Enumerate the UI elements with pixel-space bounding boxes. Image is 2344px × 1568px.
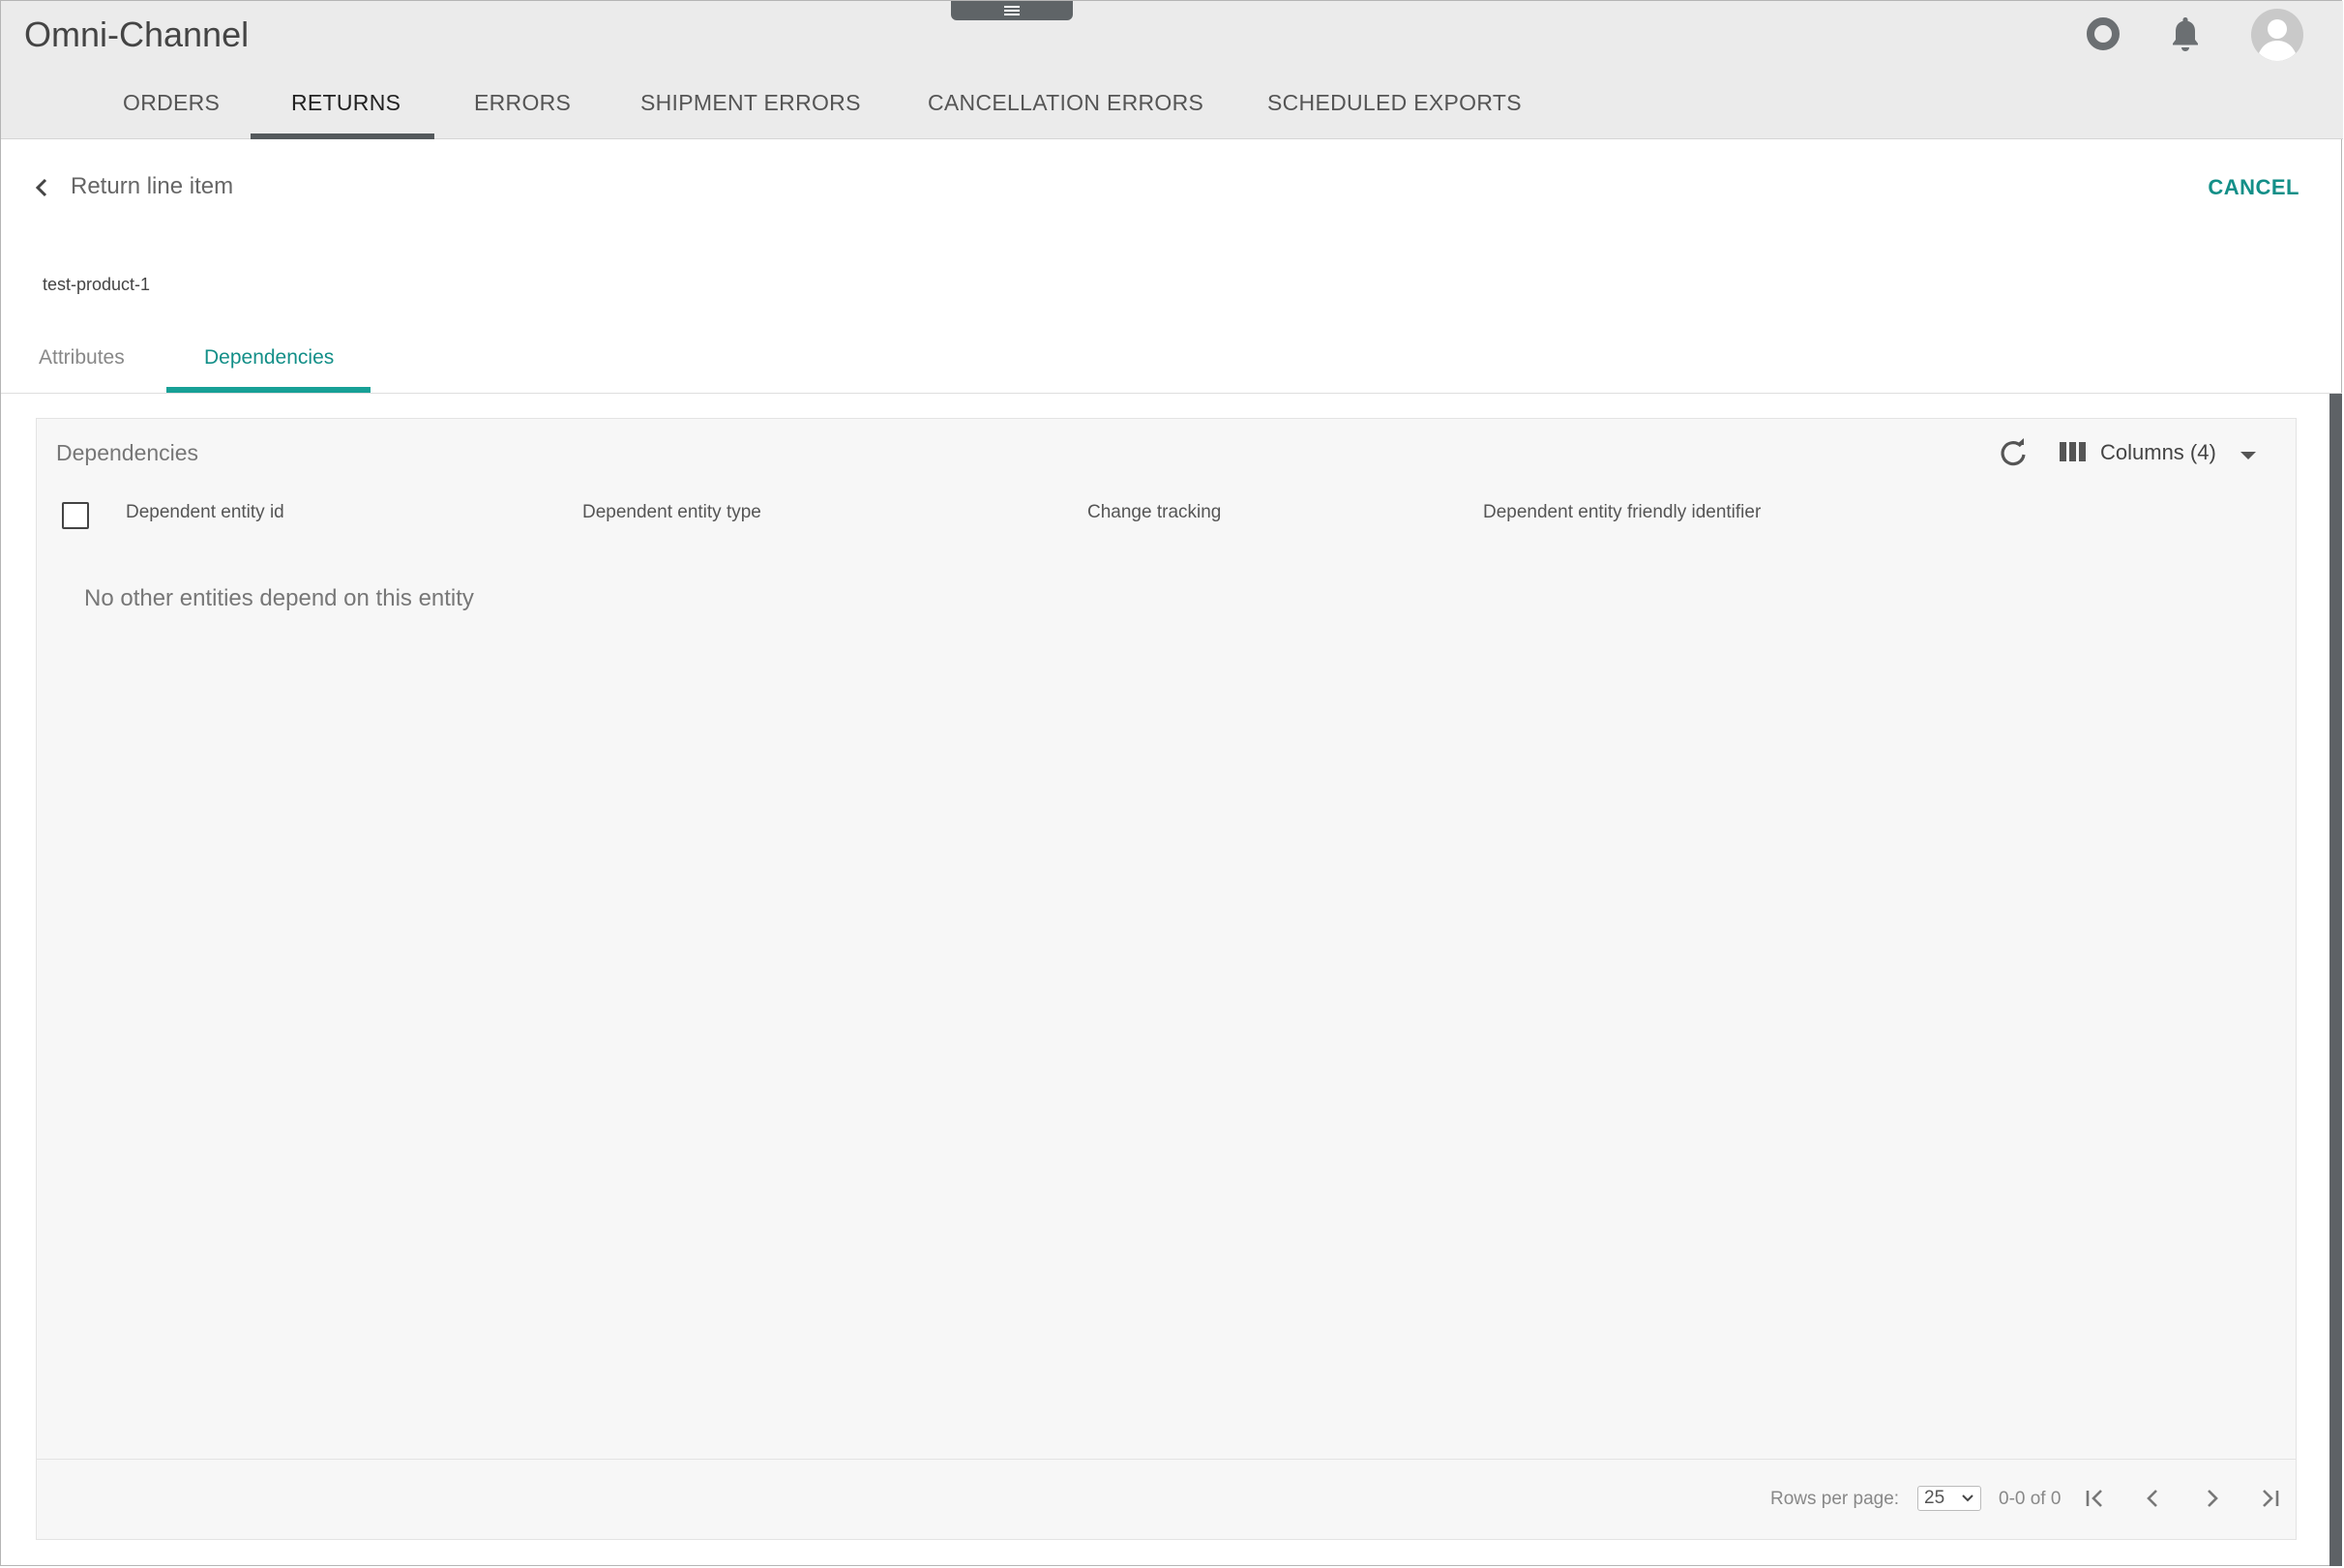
menu-handle-button[interactable] — [951, 1, 1073, 20]
tab-shipment-errors[interactable]: SHIPMENT ERRORS — [640, 90, 861, 116]
refresh-icon[interactable] — [1997, 436, 2030, 469]
select-all-checkbox[interactable] — [62, 502, 89, 529]
user-avatar-icon[interactable] — [2250, 8, 2304, 62]
last-page-icon[interactable] — [2256, 1485, 2283, 1512]
rows-per-page-value: 25 — [1924, 1488, 1945, 1508]
column-header-dependent-entity-type[interactable]: Dependent entity type — [582, 502, 761, 523]
app-title: Omni-Channel — [24, 15, 250, 54]
tab-returns[interactable]: RETURNS — [291, 90, 401, 116]
back-arrow-icon[interactable] — [31, 172, 52, 203]
empty-state-message: No other entities depend on this entity — [84, 585, 474, 611]
subtab-dependencies[interactable]: Dependencies — [204, 346, 334, 370]
entity-identifier: test-product-1 — [43, 275, 151, 294]
columns-icon[interactable] — [2059, 440, 2088, 463]
chevron-down-icon[interactable] — [2240, 452, 2256, 459]
page-title: Return line item — [71, 173, 234, 199]
column-header-change-tracking[interactable]: Change tracking — [1087, 502, 1221, 523]
dependencies-panel: Dependencies Columns (4) Dependent entit… — [36, 418, 2297, 1540]
previous-page-icon[interactable] — [2140, 1485, 2167, 1512]
app-header: Omni-Channel ORDERS RETURNS ERRORS SHIPM… — [1, 1, 2343, 139]
chevron-down-icon — [1962, 1494, 1973, 1502]
rows-per-page-label: Rows per page: — [1770, 1489, 1900, 1509]
cancel-button[interactable]: CANCEL — [2208, 175, 2299, 200]
tab-cancellation-errors[interactable]: CANCELLATION ERRORS — [928, 90, 1203, 116]
active-tab-indicator — [251, 133, 434, 139]
divider — [1, 393, 2342, 394]
bell-icon[interactable] — [2168, 15, 2203, 53]
scrollbar[interactable] — [2329, 394, 2342, 1566]
columns-selector-button[interactable]: Columns (4) — [2100, 440, 2216, 465]
panel-title: Dependencies — [56, 440, 199, 465]
column-header-friendly-identifier[interactable]: Dependent entity friendly identifier — [1483, 502, 1761, 523]
tab-errors[interactable]: ERRORS — [474, 90, 571, 116]
divider — [37, 1459, 2296, 1460]
rows-per-page-select[interactable]: 25 — [1917, 1486, 1981, 1511]
tab-orders[interactable]: ORDERS — [123, 90, 220, 116]
pagination-range: 0-0 of 0 — [1999, 1489, 2062, 1509]
help-ring-icon[interactable] — [2086, 16, 2121, 51]
next-page-icon[interactable] — [2198, 1485, 2225, 1512]
column-header-dependent-entity-id[interactable]: Dependent entity id — [126, 502, 284, 523]
subtab-attributes[interactable]: Attributes — [39, 346, 125, 370]
tab-scheduled-exports[interactable]: SCHEDULED EXPORTS — [1267, 90, 1522, 116]
first-page-icon[interactable] — [2082, 1485, 2109, 1512]
hamburger-icon — [1004, 10, 1020, 12]
